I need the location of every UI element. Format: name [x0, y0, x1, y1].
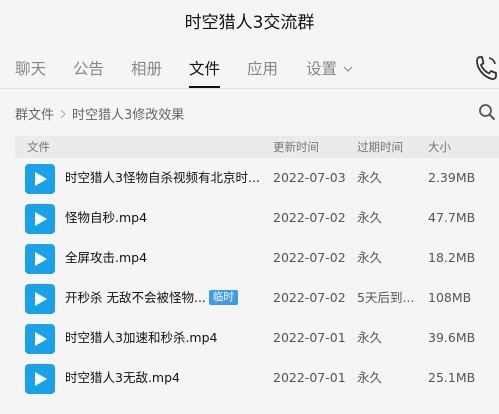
breadcrumb: 群文件 时空猎人3修改效果	[15, 104, 184, 123]
window-title: 时空猎人3交流群	[184, 12, 315, 33]
file-name: 全屏攻击.mp4	[65, 250, 148, 265]
file-row[interactable]: 怪物自秒.mp4 2022-07-02 永久 47.7MB	[15, 198, 499, 238]
file-size: 47.7MB	[428, 210, 476, 225]
video-file-icon	[25, 364, 55, 394]
file-expires: 永久	[357, 370, 383, 385]
file-updated: 2022-07-02	[273, 290, 346, 305]
file-size: 25.1MB	[428, 370, 476, 385]
file-size: 2.39MB	[428, 170, 476, 185]
file-row[interactable]: 时空猎人3怪物自杀视频有北京时... 2022-07-03 永久 2.39MB	[15, 158, 499, 198]
tab-announcements[interactable]: 公告	[73, 52, 104, 88]
play-icon	[35, 172, 47, 186]
play-icon	[35, 372, 47, 386]
tab-settings[interactable]: 设置	[306, 52, 353, 88]
play-icon	[35, 292, 47, 306]
file-name: 怪物自秒.mp4	[65, 210, 148, 225]
column-header-size[interactable]: 大小	[428, 136, 451, 158]
file-expires: 永久	[357, 210, 383, 225]
file-updated: 2022-07-01	[273, 330, 346, 345]
file-expires: 永久	[357, 170, 383, 185]
file-table-header: 文件 更新时间 过期时间 大小	[15, 136, 499, 158]
file-name: 时空猎人3怪物自杀视频有北京时...	[65, 170, 260, 185]
file-row[interactable]: 时空猎人3无敌.mp4 2022-07-01 永久 25.1MB	[15, 358, 499, 398]
file-name: 时空猎人3加速和秒杀.mp4	[65, 330, 218, 345]
phone-icon[interactable]	[475, 55, 497, 81]
file-updated: 2022-07-03	[273, 170, 346, 185]
group-window: 时空猎人3交流群 聊天 公告 相册 文件 应用 设置 群文件 时空猎人3修改效果…	[0, 0, 499, 414]
tab-files[interactable]: 文件	[189, 52, 221, 88]
video-file-icon	[25, 204, 55, 234]
file-name: 时空猎人3无敌.mp4	[65, 370, 180, 385]
breadcrumb-root[interactable]: 群文件	[15, 104, 54, 123]
play-icon	[35, 212, 47, 226]
tab-settings-label: 设置	[306, 60, 338, 78]
column-header-expires[interactable]: 过期时间	[357, 136, 403, 158]
tab-chat[interactable]: 聊天	[15, 52, 46, 88]
file-name-cell: 开秒杀 无敌不会被怪物... 临时	[65, 278, 238, 318]
search-icon[interactable]	[478, 103, 496, 121]
tab-bar: 聊天 公告 相册 文件 应用 设置	[0, 52, 499, 88]
play-icon	[35, 332, 47, 346]
file-size: 39.6MB	[428, 330, 476, 345]
play-icon	[35, 252, 47, 266]
video-file-icon	[25, 324, 55, 354]
breadcrumb-current: 时空猎人3修改效果	[72, 108, 185, 123]
file-row[interactable]: 全屏攻击.mp4 2022-07-02 永久 18.2MB	[15, 238, 499, 278]
file-expires: 永久	[357, 250, 383, 265]
file-expires: 5天后到...	[357, 290, 415, 305]
column-header-name[interactable]: 文件	[27, 136, 50, 158]
file-updated: 2022-07-02	[273, 250, 346, 265]
file-updated: 2022-07-01	[273, 370, 346, 385]
file-expires: 永久	[357, 330, 383, 345]
file-row[interactable]: 开秒杀 无敌不会被怪物... 临时 2022-07-02 5天后到... 108M…	[15, 278, 499, 318]
file-row[interactable]: 时空猎人3加速和秒杀.mp4 2022-07-01 永久 39.6MB	[15, 318, 499, 358]
file-size: 18.2MB	[428, 250, 476, 265]
chevron-right-icon	[60, 109, 66, 118]
file-size: 108MB	[428, 290, 472, 305]
video-file-icon	[25, 284, 55, 314]
video-file-icon	[25, 244, 55, 274]
tab-album[interactable]: 相册	[131, 52, 162, 88]
chevron-down-icon	[343, 66, 353, 72]
tabs-divider	[0, 88, 499, 89]
file-name: 开秒杀 无敌不会被怪物...	[65, 290, 206, 305]
tab-apps[interactable]: 应用	[247, 52, 278, 88]
column-header-updated[interactable]: 更新时间	[273, 136, 319, 158]
video-file-icon	[25, 164, 55, 194]
temporary-badge: 临时	[208, 290, 238, 305]
file-updated: 2022-07-02	[273, 210, 346, 225]
